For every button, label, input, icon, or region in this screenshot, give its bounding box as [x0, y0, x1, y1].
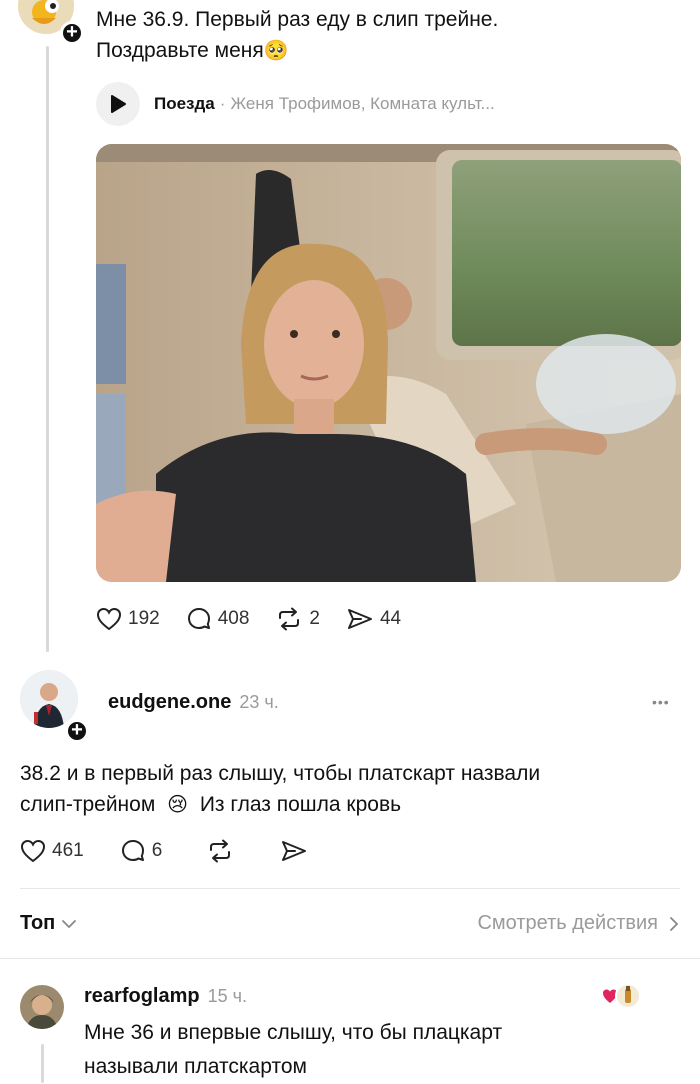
post1-like-button[interactable]: 192: [96, 607, 160, 631]
post2-text-part-b: Из глаз пошла кровь: [199, 793, 402, 816]
music-artists: Женя Трофимов, Комната культ...: [230, 94, 495, 113]
sort-dropdown[interactable]: Топ: [20, 912, 77, 935]
post1-repost-count: 2: [309, 608, 320, 629]
post1-photo[interactable]: [96, 144, 681, 582]
post1-text-line2: Поздравьте меня🥺: [96, 35, 498, 67]
repost-icon: [210, 839, 231, 863]
post2-username[interactable]: eudgene.one: [108, 691, 231, 714]
post2-follow-icon[interactable]: +: [65, 719, 89, 743]
reply-username[interactable]: rearfoglamp: [84, 985, 200, 1008]
chevron-right-icon: [670, 916, 679, 931]
post2-comment-count: 6: [151, 840, 163, 861]
thread-line: [46, 46, 49, 652]
reply-thread-line: [41, 1044, 44, 1083]
music-separator: ·: [219, 94, 226, 113]
post1-follow-icon[interactable]: +: [60, 21, 84, 45]
view-activity-label: Смотреть действия: [477, 912, 658, 934]
post2-text-line2: слип-трейном 😢 Из глаз пошла кровь: [20, 789, 540, 821]
post1-text: Мне 36.9. Первый раз еду в слип трейне. …: [96, 4, 498, 67]
heart-filled-icon: [603, 989, 617, 1003]
post1-repost-button[interactable]: 2: [275, 607, 320, 631]
heart-icon: [20, 839, 46, 863]
music-title: Поезда: [154, 94, 215, 113]
post2-like-button[interactable]: 461: [20, 839, 84, 863]
post2-share-button[interactable]: [280, 839, 314, 863]
post2-header: eudgene.one 23 ч.: [108, 691, 279, 714]
post2-actions: 461 6: [20, 838, 340, 864]
post1-comment-count: 408: [217, 608, 250, 629]
post2-repost-button[interactable]: [206, 839, 240, 863]
divider-top: [20, 888, 680, 889]
music-attachment[interactable]: Поезда · Женя Трофимов, Комната культ...: [96, 82, 495, 126]
reply-text: Мне 36 и впервые слышу, что бы плацкарт …: [84, 1016, 502, 1084]
more-options-icon[interactable]: •••: [652, 694, 670, 710]
post2-text-part-a: слип-трейном: [20, 793, 156, 816]
chevron-down-icon: [62, 919, 77, 928]
heart-icon: [96, 607, 122, 631]
send-icon: [347, 609, 372, 629]
sort-label: Топ: [20, 912, 56, 934]
post2-time: 23 ч.: [239, 692, 279, 712]
view-activity-link[interactable]: Смотреть действия: [477, 912, 680, 935]
post1-share-button[interactable]: 44: [346, 607, 401, 631]
crying-emoji-icon: 😢: [167, 794, 188, 816]
post2-text-line1: 38.2 и в первый раз слышу, чтобы платска…: [20, 762, 541, 785]
post2-text: 38.2 и в первый раз слышу, чтобы платска…: [20, 758, 540, 821]
pleading-emoji-icon: 🥺: [263, 40, 289, 62]
comment-icon: [187, 608, 210, 629]
play-icon: [111, 95, 126, 113]
reply-text-line2: называли платскартом: [84, 1055, 307, 1078]
post2-like-count: 461: [52, 840, 84, 861]
post1-text-line2-words: Поздравьте меня: [96, 39, 264, 62]
post1-comment-button[interactable]: 408: [186, 606, 250, 632]
divider-bottom: [0, 958, 700, 959]
post2-comment-button[interactable]: 6: [120, 838, 163, 864]
comment-icon: [121, 840, 144, 861]
play-button[interactable]: [96, 82, 140, 126]
author-liked-badge: [602, 983, 642, 1009]
post1-actions: 192 408 2 44: [96, 606, 427, 632]
post1-like-count: 192: [128, 608, 160, 629]
reply-header: rearfoglamp 15 ч.: [84, 985, 247, 1008]
repost-icon: [279, 607, 300, 631]
reply-text-line1: Мне 36 и впервые слышу, что бы плацкарт: [84, 1021, 503, 1044]
send-icon: [282, 841, 307, 861]
reply-avatar[interactable]: [20, 985, 64, 1029]
reply-time: 15 ч.: [207, 986, 247, 1006]
post1-share-count: 44: [379, 608, 402, 629]
post1-text-line1: Мне 36.9. Первый раз еду в слип трейне.: [96, 8, 499, 31]
post2-avatar[interactable]: [20, 670, 78, 728]
